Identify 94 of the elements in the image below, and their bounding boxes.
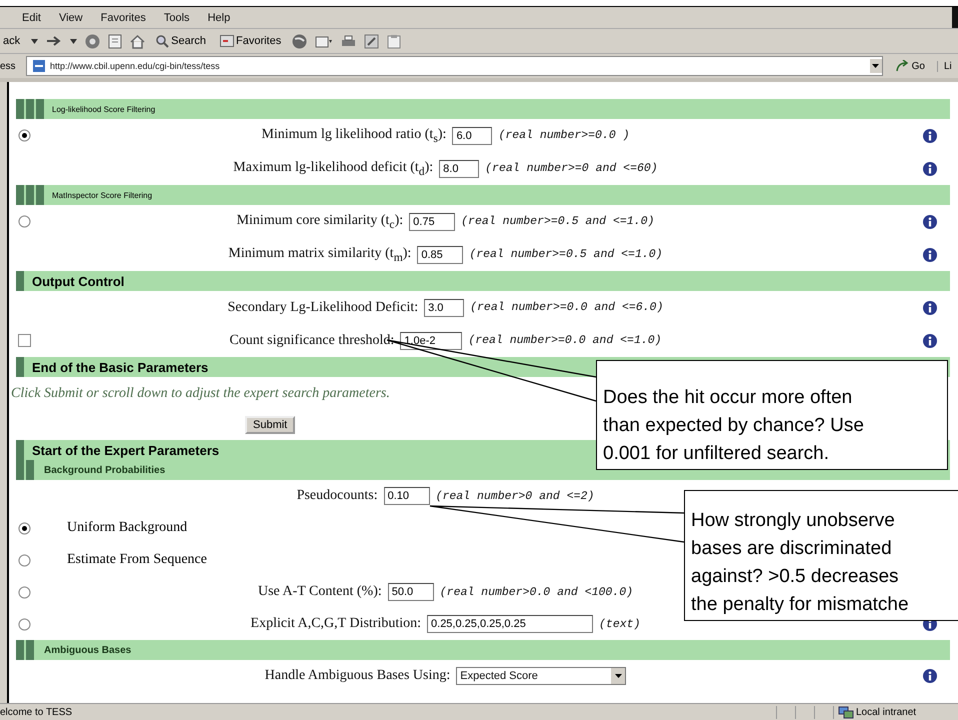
section-title: Log-likelihood Score Filtering <box>52 104 156 114</box>
field-label: Maximum lg-likelihood deficit (t$_{d}$): <box>233 160 434 178</box>
network-icon <box>838 706 854 718</box>
section-marker <box>16 271 24 291</box>
caret-icon <box>614 674 622 678</box>
caret-icon[interactable] <box>31 38 38 44</box>
radio-button[interactable] <box>18 586 30 598</box>
dropdown-button[interactable] <box>870 59 882 73</box>
section-title: Ambiguous Bases <box>44 644 132 656</box>
menu-item[interactable]: View <box>58 12 83 24</box>
radio-button[interactable] <box>18 522 30 534</box>
radio-button[interactable] <box>18 554 30 566</box>
range-hint: (real number>=0.5 and <=1.0) <box>461 215 654 228</box>
field-label: Pseudocounts: <box>296 488 378 504</box>
input-field[interactable]: 50.0 <box>388 583 434 601</box>
field-label: Explicit A,C,G,T Distribution: <box>250 616 422 632</box>
option-label: Uniform Background <box>67 520 188 536</box>
section-marker <box>16 99 44 119</box>
field-label: Count significance threshold: <box>229 332 394 348</box>
menu-item[interactable]: Help <box>208 12 230 24</box>
input-field[interactable]: 0.10 <box>384 487 430 505</box>
info-icon[interactable] <box>923 334 937 348</box>
info-icon[interactable] <box>923 300 937 314</box>
info-icon[interactable] <box>923 214 937 228</box>
range-hint: (text) <box>599 618 640 630</box>
forward-arrow-icon[interactable] <box>46 35 62 47</box>
field-label: Use A-T Content (%): <box>258 584 382 600</box>
info-icon[interactable] <box>923 162 937 176</box>
home-icon[interactable] <box>130 34 146 48</box>
dropdown-button[interactable] <box>611 668 626 684</box>
input-field[interactable]: 8.0 <box>439 160 480 178</box>
select-field[interactable]: Expected Score <box>456 667 626 685</box>
address-field[interactable]: http://www.cbil.upenn.edu/cgi-bin/tess/tess <box>26 56 883 76</box>
input-field[interactable]: 6.0 <box>452 126 492 144</box>
field-label: Minimum lg likelihood ratio (t$_{s}$): <box>261 126 446 144</box>
range-hint: (real number>0 and <=2) <box>436 490 594 502</box>
search-button[interactable]: Search <box>153 34 209 48</box>
range-hint: (real number>=0.0 and <=6.0) <box>470 301 664 314</box>
section-title: Background Probabilities <box>44 464 166 476</box>
links-button[interactable]: Li <box>937 60 958 72</box>
radio-button[interactable] <box>18 215 30 228</box>
range-hint: (real number>=0.0 and <=1.0) <box>468 334 662 347</box>
callout: How strongly unobserve bases are discriminated against? >0.5 decreases the penalty for mismatche <box>684 490 958 621</box>
edit-icon[interactable] <box>364 34 380 48</box>
section-marker <box>16 640 34 660</box>
section-title: MatInspector Score Filtering <box>52 190 152 200</box>
callout: Does the hit occur more often than expected by chance? Use 0.001 for unfiltered search. <box>596 360 948 470</box>
input-field[interactable]: 1.0e-2 <box>400 332 462 350</box>
caret-icon[interactable] <box>70 38 78 44</box>
window-border <box>952 7 958 28</box>
section-title: Start of the Expert Parameters <box>32 442 220 458</box>
input-field[interactable]: 0.25,0.25,0.25,0.25 <box>427 615 594 633</box>
range-hint: (real number>0.0 and <100.0) <box>440 586 633 598</box>
back-button[interactable]: ack <box>0 35 24 47</box>
caret-icon <box>872 64 880 68</box>
zone-indicator: Local intranet <box>833 706 958 718</box>
info-icon[interactable] <box>923 248 937 262</box>
go-button[interactable]: Go <box>886 60 933 72</box>
menu-item[interactable]: Favorites <box>100 12 146 24</box>
instruction-text: Click Submit or scroll down to adjust the expert search parameters. <box>11 386 390 402</box>
range-hint: (real number>=0.0 ) <box>498 129 630 142</box>
search-icon <box>156 34 170 48</box>
section-marker <box>16 185 44 205</box>
status-message: elcome to TESS <box>0 706 74 718</box>
page-icon[interactable] <box>108 34 122 48</box>
menu-item[interactable]: Edit <box>22 12 41 24</box>
stop-icon[interactable] <box>85 34 100 48</box>
radio-button[interactable] <box>18 618 30 630</box>
printer-icon[interactable] <box>341 34 356 48</box>
field-label: Minimum core similarity (t$_{c}$): <box>236 212 404 230</box>
arrow-icon <box>894 60 909 72</box>
section-title: End of the Basic Parameters <box>32 360 208 374</box>
submit-button[interactable]: Submit <box>245 416 296 434</box>
info-icon[interactable] <box>923 669 937 683</box>
section-marker <box>16 357 24 377</box>
range-hint: (real number>=0 and <=60) <box>485 162 658 175</box>
input-field[interactable]: 0.75 <box>409 212 456 230</box>
folder-icon <box>220 35 234 47</box>
checkbox[interactable] <box>18 334 30 347</box>
input-field[interactable]: 3.0 <box>424 298 464 316</box>
globe-icon[interactable] <box>292 34 308 48</box>
field-label: Handle Ambiguous Bases Using: <box>264 668 450 684</box>
field-label: Secondary Lg-Likelihood Deficit: <box>228 300 418 316</box>
option-label: Estimate From Sequence <box>67 552 207 568</box>
radio-button[interactable] <box>18 129 30 142</box>
menu-item[interactable]: Tools <box>164 12 190 24</box>
section-title: Output Control <box>32 274 124 288</box>
input-field[interactable]: 0.85 <box>417 246 464 264</box>
address-label: ess <box>0 60 17 72</box>
page-icon <box>32 59 46 73</box>
range-hint: (real number>=0.5 and <=1.0) <box>469 248 663 261</box>
info-icon[interactable] <box>923 128 937 142</box>
field-label: Minimum matrix similarity (t$_{m}$): <box>228 246 412 264</box>
favorites-button[interactable]: Favorites <box>216 35 284 47</box>
